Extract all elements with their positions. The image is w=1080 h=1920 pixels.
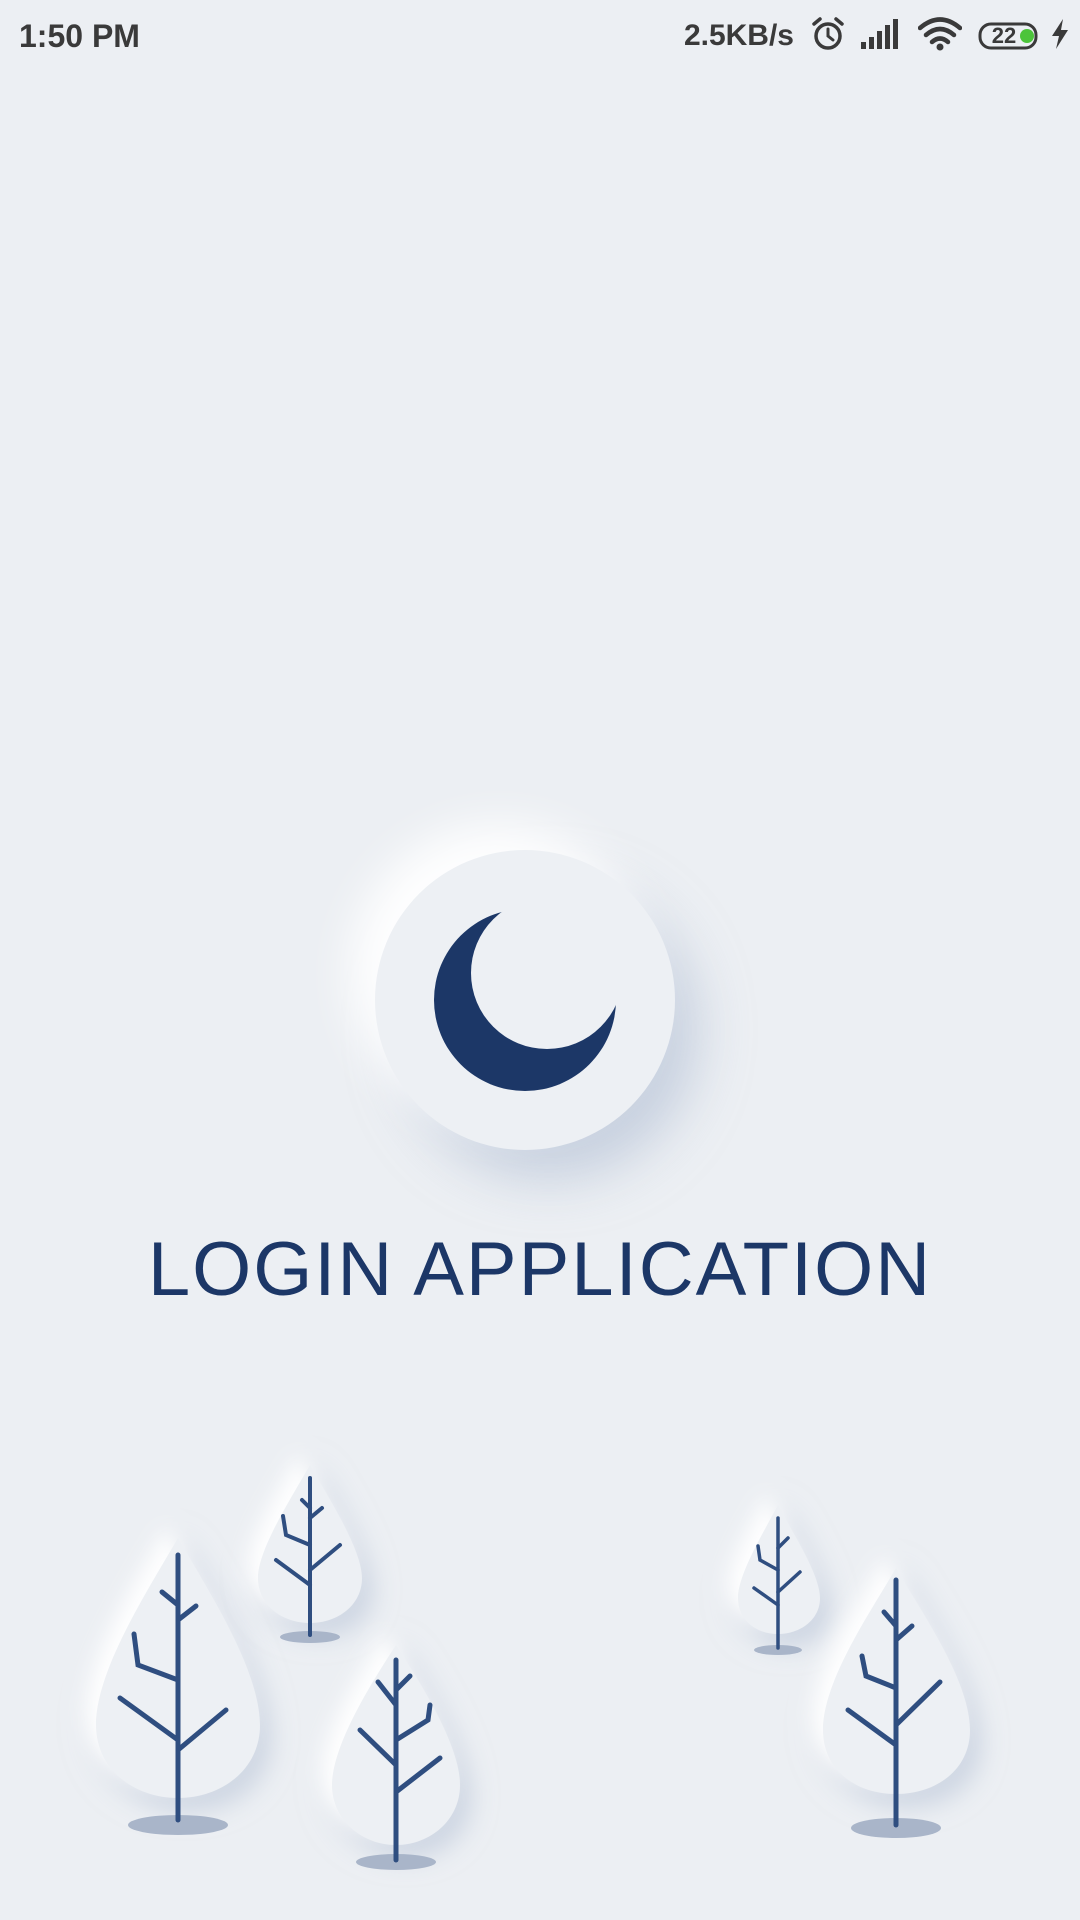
tree-4 [738,1505,820,1655]
tree-3 [332,1645,460,1870]
tree-illustration [96,1465,970,1870]
tree-5 [823,1568,970,1838]
status-bar: 1:50 PM 2.5KB/s 22 [0,0,1080,72]
tree-1 [96,1538,260,1835]
battery-level: 22 [991,23,1017,48]
status-icons: 2.5KB/s 22 [684,14,1070,58]
alarm-icon [810,16,846,57]
network-speed: 2.5KB/s [683,19,794,52]
crescent-moon-icon [434,909,616,1091]
app-logo [375,850,675,1150]
status-time: 1:50 PM [19,18,140,54]
wifi-icon [917,16,963,56]
app-title: LOGIN APPLICATION [147,1227,933,1312]
tree-2 [258,1465,362,1643]
signal-icon [860,18,902,55]
charging-icon [1050,18,1070,55]
battery-icon: 22 [978,22,1040,50]
